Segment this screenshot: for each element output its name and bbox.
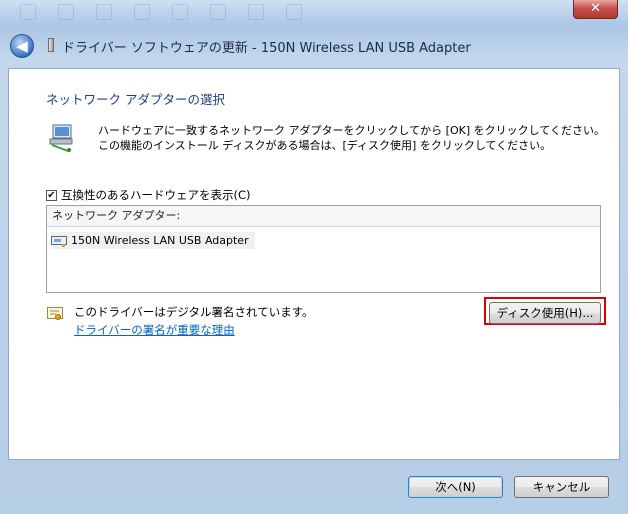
cancel-button[interactable]: キャンセル [514,476,609,498]
instruction-text: ハードウェアに一致するネットワーク アダプターをクリックしてから [OK] をク… [98,124,605,152]
show-compatible-checkbox[interactable]: ✔ [46,189,57,201]
show-compatible-row[interactable]: ✔ 互換性のあるハードウェアを表示(C) [46,187,251,203]
back-button[interactable]: ◀ [10,34,34,58]
adapter-listbox[interactable]: ネットワーク アダプター: 150N Wireless LAN USB Adap… [46,205,601,293]
certificate-icon [47,307,63,320]
network-card-icon [51,235,67,247]
window-title: ドライバー ソフトウェアの更新 - 150N Wireless LAN USB … [62,41,471,56]
list-header: ネットワーク アダプター: [47,206,600,227]
content-panel: ネットワーク アダプターの選択 ハードウェアに一致するネットワーク アダプターを… [8,68,620,460]
wizard-header: ◀ ドライバー ソフトウェアの更新 - 150N Wireless LAN US… [6,28,622,64]
network-adapter-icon [49,124,73,152]
list-item-label: 150N Wireless LAN USB Adapter [71,234,249,247]
signature-status: このドライバーはデジタル署名されています。 [74,305,314,319]
title-bar [0,0,628,26]
page-title: ネットワーク アダプターの選択 [46,92,225,107]
close-button[interactable]: ✕ [573,0,618,19]
hardware-icon [48,38,54,52]
show-compatible-label: 互換性のあるハードウェアを表示(C) [61,188,251,202]
signature-info-link[interactable]: ドライバーの署名が重要な理由 [74,322,235,338]
next-button[interactable]: 次へ(N) [408,476,503,498]
close-icon: ✕ [590,1,601,16]
list-item[interactable]: 150N Wireless LAN USB Adapter [51,232,255,249]
back-arrow-icon: ◀ [16,37,28,55]
background-icons [20,4,302,20]
have-disk-button[interactable]: ディスク使用(H)... [489,302,601,324]
